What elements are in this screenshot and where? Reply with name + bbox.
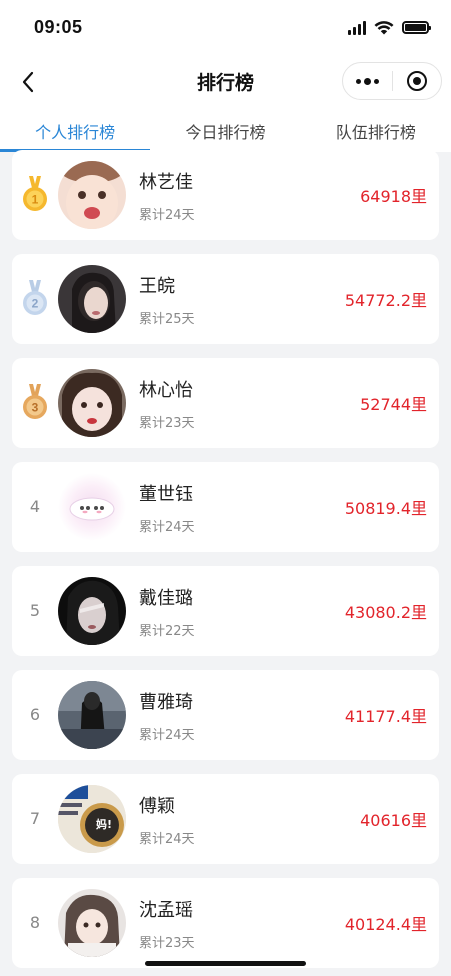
avatar <box>58 369 126 437</box>
ranking-row[interactable]: 7 妈! 傅颖 累计24天 40616里 <box>12 774 439 864</box>
distance-value: 52744里 <box>360 395 427 414</box>
ranking-row[interactable]: 1 林艺佳 累计24天 64918里 <box>12 150 439 240</box>
ranking-row[interactable]: 8 沈孟瑶 累计23天 40124.4里 <box>12 878 439 968</box>
user-name: 傅颖 <box>139 796 175 817</box>
status-icons <box>348 20 431 35</box>
user-name: 王皖 <box>139 276 175 297</box>
rank-number: 4 <box>29 497 41 516</box>
cumulative-days: 累计24天 <box>139 832 195 847</box>
back-button[interactable] <box>12 66 44 98</box>
bronze-medal-icon: 3 <box>23 384 47 419</box>
close-mini-program-button[interactable] <box>393 63 442 99</box>
ranking-row[interactable]: 5 戴佳璐 累计22天 43080.2里 <box>12 566 439 656</box>
distance-value: 50819.4里 <box>344 499 427 518</box>
avatar <box>58 889 126 957</box>
home-indicator <box>145 961 306 966</box>
avatar <box>58 681 126 749</box>
rank-number: 7 <box>29 809 41 828</box>
cumulative-days: 累计25天 <box>139 312 195 327</box>
cumulative-days: 累计22天 <box>139 624 195 639</box>
silver-medal-icon: 2 <box>23 280 47 315</box>
distance-value: 43080.2里 <box>344 603 427 622</box>
svg-text:2: 2 <box>32 297 39 311</box>
mini-program-capsule <box>342 62 442 100</box>
more-button[interactable] <box>343 63 392 99</box>
rank-number: 8 <box>29 913 41 932</box>
ranking-row[interactable]: 6 曹雅琦 累计24天 41177.4里 <box>12 670 439 760</box>
ranking-tabs: 个人排行榜 今日排行榜 队伍排行榜 <box>0 106 451 152</box>
user-name: 曹雅琦 <box>139 692 193 713</box>
ranking-row[interactable]: 4 董世钰 累计24天 50819.4里 <box>12 462 439 552</box>
ranking-row[interactable]: 3 林心怡 累计23天 52744里 <box>12 358 439 448</box>
distance-value: 40124.4里 <box>344 915 427 934</box>
avatar: 妈! <box>58 785 126 853</box>
distance-value: 54772.2里 <box>344 291 427 310</box>
gold-medal-icon: 1 <box>23 176 47 211</box>
user-name: 林心怡 <box>139 380 193 401</box>
cellular-signal-icon <box>348 20 366 35</box>
rank-number: 5 <box>29 601 41 620</box>
tab-today-ranking[interactable]: 今日排行榜 <box>150 106 300 152</box>
avatar <box>58 577 126 645</box>
target-circle-icon <box>406 71 427 91</box>
cumulative-days: 累计23天 <box>139 936 195 951</box>
cumulative-days: 累计24天 <box>139 520 195 535</box>
cumulative-days: 累计24天 <box>139 728 195 743</box>
chevron-left-icon <box>22 71 34 93</box>
tab-team-ranking[interactable]: 队伍排行榜 <box>301 106 451 152</box>
user-name: 戴佳璐 <box>139 588 193 609</box>
status-bar: 09:05 <box>0 0 451 58</box>
navigation-bar: 排行榜 <box>0 58 451 106</box>
tab-personal-ranking[interactable]: 个人排行榜 <box>0 106 151 152</box>
svg-text:3: 3 <box>32 401 39 415</box>
distance-value: 64918里 <box>360 187 427 206</box>
avatar <box>58 473 126 541</box>
user-name: 沈孟瑶 <box>139 900 193 921</box>
svg-text:1: 1 <box>32 193 39 207</box>
avatar <box>58 265 126 333</box>
user-name: 董世钰 <box>139 484 193 505</box>
status-time: 09:05 <box>34 17 83 37</box>
more-dots-icon <box>355 77 379 85</box>
cumulative-days: 累计23天 <box>139 416 195 431</box>
avatar-caption: 妈! <box>96 818 113 831</box>
distance-value: 40616里 <box>360 811 427 830</box>
ranking-row[interactable]: 2 王皖 累计25天 54772.2里 <box>12 254 439 344</box>
distance-value: 41177.4里 <box>344 707 427 726</box>
avatar <box>58 161 126 229</box>
user-name: 林艺佳 <box>139 172 193 193</box>
rank-number: 6 <box>29 705 41 724</box>
battery-icon <box>402 21 431 34</box>
wifi-icon <box>374 21 394 35</box>
cumulative-days: 累计24天 <box>139 208 195 223</box>
